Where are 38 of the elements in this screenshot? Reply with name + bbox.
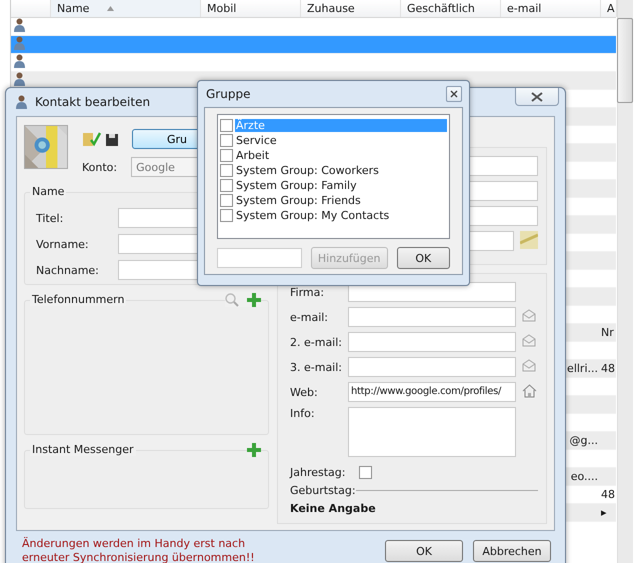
group-item[interactable]: System Group: Friends bbox=[235, 194, 447, 207]
account-label: Konto: bbox=[82, 160, 118, 174]
group-title: Name bbox=[30, 185, 66, 198]
table-cell: 48 bbox=[601, 488, 615, 501]
cancel-button[interactable]: Abbrechen bbox=[473, 540, 551, 562]
field-label: Geburtstag: bbox=[290, 484, 356, 497]
field-label: Info: bbox=[290, 407, 316, 420]
field-label: Jahrestag: bbox=[290, 466, 346, 479]
ok-button[interactable]: OK bbox=[396, 247, 450, 269]
column-header[interactable]: e-mail bbox=[501, 0, 601, 17]
birthday-value: Keine Angabe bbox=[290, 502, 377, 515]
ok-button[interactable]: OK bbox=[385, 540, 463, 562]
window-title: Kontakt bearbeiten bbox=[35, 95, 150, 109]
table-cell: ▸ bbox=[601, 506, 607, 519]
field-label: 3. e-mail: bbox=[290, 360, 344, 374]
group-title: Telefonnummern bbox=[30, 293, 126, 306]
field-label: Firma: bbox=[290, 286, 326, 298]
table-cell: 48 bbox=[601, 362, 615, 375]
table-cell: @g... bbox=[570, 434, 598, 447]
column-header[interactable]: Geschäftlich bbox=[401, 0, 501, 17]
column-header[interactable]: Zuhause bbox=[301, 0, 401, 17]
table-cell: eo.... bbox=[570, 470, 598, 483]
table-cell: Nr bbox=[601, 326, 614, 339]
window-title: Gruppe bbox=[206, 87, 250, 101]
field-label: Nachname: bbox=[36, 264, 100, 276]
column-header[interactable]: Name bbox=[51, 0, 201, 17]
field-label: Web: bbox=[290, 386, 319, 398]
group-item[interactable]: System Group: My Contacts bbox=[235, 209, 447, 222]
field-label: Titel: bbox=[36, 212, 64, 224]
group-title: Instant Messenger bbox=[30, 443, 136, 456]
field-label: e-mail: bbox=[290, 310, 330, 324]
field-label: 2. e-mail: bbox=[290, 336, 344, 348]
group-item[interactable]: System Group: Family bbox=[235, 179, 447, 192]
table-cell: ellri... bbox=[567, 362, 598, 375]
column-header[interactable]: Mobil bbox=[201, 0, 301, 17]
sync-notice: Änderungen werden im Handy erst nach erneuter Synchronisierung übernommen!! bbox=[22, 537, 256, 563]
field-label: Vorname: bbox=[36, 238, 90, 250]
input-field[interactable]: http://www.google.com/profiles/ bbox=[348, 382, 516, 402]
